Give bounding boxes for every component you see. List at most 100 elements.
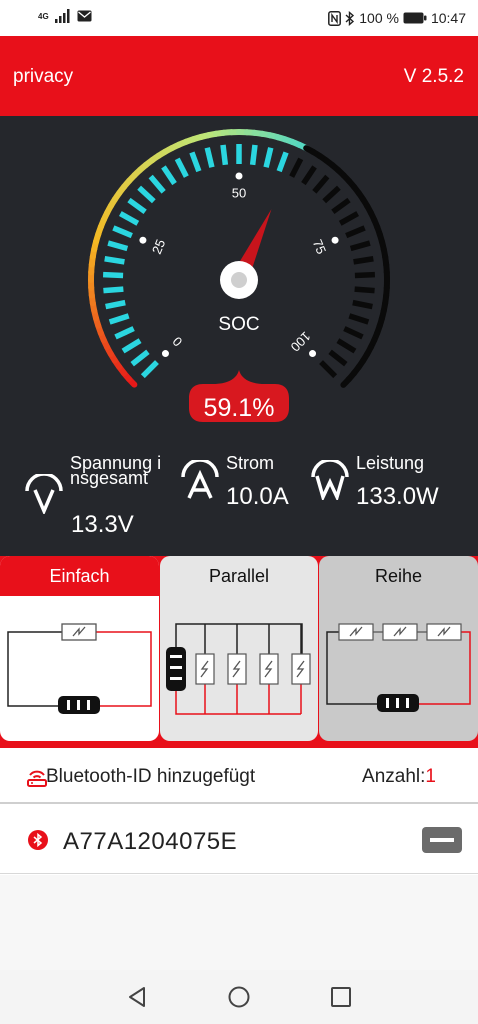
- gauge-tick: [352, 299, 373, 310]
- gauge-tick: [121, 338, 142, 354]
- gauge-tick: [118, 211, 140, 226]
- gauge-tick: [353, 256, 374, 265]
- gauge-scale-label: 100: [288, 329, 314, 355]
- gauge-tick: [127, 197, 147, 215]
- gauge-tick: [354, 271, 376, 279]
- gauge-label: SOC: [218, 314, 259, 335]
- voltage-icon: [25, 474, 63, 514]
- gauge-tick: [204, 147, 215, 168]
- gauge-scale-label: 25: [149, 237, 168, 256]
- tab-series[interactable]: Reihe: [319, 556, 478, 596]
- series-battery-diagram: [326, 623, 471, 712]
- gauge-scale-dot: [309, 350, 317, 358]
- bluetooth-icon: [28, 830, 48, 850]
- version-label: V 2.5.2: [403, 66, 464, 87]
- gauge-tick: [336, 338, 357, 354]
- router-icon: [27, 770, 47, 787]
- gauge-tick: [354, 286, 375, 294]
- gauge-tick: [161, 165, 177, 186]
- soc-percent-value: 59.1%: [203, 394, 275, 422]
- device-list-empty-area: [0, 875, 478, 970]
- gauge-tick: [104, 256, 125, 265]
- current-metric: Strom 10.0A: [180, 453, 310, 516]
- system-nav-bar: [0, 970, 478, 1024]
- gauge-tick: [148, 174, 166, 194]
- battery-percent: 100 %: [359, 10, 399, 26]
- current-label: Strom: [226, 453, 275, 473]
- dashboard-panel: 0 25 50 75 100 SOC 59.1% Spannung insgesamt …: [0, 116, 478, 556]
- voltage-metric: Spannung insgesamt 13.3V: [24, 453, 174, 546]
- single-battery-diagram: [7, 623, 152, 714]
- gauge-outer-arc: [88, 129, 390, 388]
- gauge-tick: [312, 174, 330, 194]
- gauge-arc-segment: [340, 376, 352, 388]
- recents-icon[interactable]: [330, 986, 352, 1008]
- mode-series-card[interactable]: Reihe: [319, 556, 478, 741]
- gauge-tick: [130, 349, 150, 367]
- remove-device-button[interactable]: [422, 827, 462, 853]
- gauge-tick: [137, 185, 156, 204]
- bluetooth-id-label: Bluetooth-ID hinzugefügt: [46, 766, 256, 787]
- power-metric: Leistung 133.0W: [310, 453, 470, 516]
- privacy-link[interactable]: privacy: [13, 66, 73, 88]
- gauge-tick: [263, 147, 274, 168]
- tab-single[interactable]: Einfach: [0, 556, 159, 596]
- device-count: Anzahl:1: [362, 766, 436, 788]
- nfc-icon: [328, 10, 342, 26]
- power-icon: [311, 460, 349, 500]
- network-label: 4G: [38, 11, 49, 21]
- gauge-tick: [112, 225, 133, 239]
- gauge-tick: [331, 197, 351, 215]
- mode-parallel-card[interactable]: Parallel: [160, 556, 318, 741]
- clock: 10:47: [430, 10, 466, 26]
- gauge-tick: [174, 157, 189, 178]
- gauge-tick: [108, 313, 130, 325]
- power-label: Leistung: [356, 453, 425, 473]
- signal-icon: [54, 9, 70, 23]
- gauge-tick: [338, 211, 360, 226]
- gauge-hub-center: [231, 272, 247, 288]
- device-id: A77A1204075E: [63, 828, 238, 855]
- gauge-tick: [328, 349, 348, 367]
- gauge-scale-dot: [139, 236, 147, 244]
- bluetooth-id-row: Bluetooth-ID hinzugefügt Anzahl:1: [0, 748, 478, 804]
- tab-parallel[interactable]: Parallel: [160, 556, 318, 596]
- gauge-tick: [105, 299, 126, 310]
- mail-icon: [77, 10, 92, 22]
- cell-icons: [195, 653, 311, 685]
- voltage-label: Spannung insgesamt: [70, 453, 162, 488]
- status-bar: 4G 100 % 10:47: [0, 0, 478, 36]
- gauge-tick: [103, 286, 124, 294]
- gauge-scale-label: 0: [170, 334, 186, 350]
- current-value: 10.0A: [226, 483, 289, 510]
- gauge-tick: [107, 240, 129, 252]
- voltage-value: 13.3V: [71, 511, 134, 538]
- gauge-tick: [220, 144, 229, 166]
- device-count-value: 1: [425, 766, 436, 787]
- gauge-scale-dot: [331, 236, 339, 244]
- gauge-tick: [345, 225, 366, 239]
- soc-percent-badge: 59.1%: [189, 370, 289, 422]
- device-count-label: Anzahl:: [362, 766, 426, 787]
- mode-single-card[interactable]: Einfach: [0, 556, 159, 741]
- device-list-item[interactable]: A77A1204075E: [0, 806, 478, 874]
- gauge-scale-dot: [161, 350, 169, 358]
- gauge-tick: [276, 151, 289, 173]
- gauge-tick: [349, 240, 371, 252]
- gauge-tick: [102, 271, 124, 279]
- gauge-scale-dot: [235, 172, 243, 180]
- connection-mode-panel: Einfach Parallel Reihe: [0, 556, 478, 748]
- gauge-tick: [343, 326, 364, 340]
- gauge-tick: [249, 144, 258, 166]
- gauge-tick: [348, 313, 370, 325]
- gauge-tick: [322, 185, 341, 204]
- gauge-tick: [301, 165, 317, 186]
- gauge-tick: [140, 360, 159, 379]
- current-icon: [181, 460, 219, 499]
- back-icon[interactable]: [126, 986, 148, 1008]
- power-value: 133.0W: [356, 483, 439, 510]
- parallel-battery-diagram: [166, 623, 311, 715]
- gauge-tick: [289, 157, 304, 178]
- home-icon[interactable]: [227, 985, 251, 1009]
- gauge-tick: [189, 151, 202, 173]
